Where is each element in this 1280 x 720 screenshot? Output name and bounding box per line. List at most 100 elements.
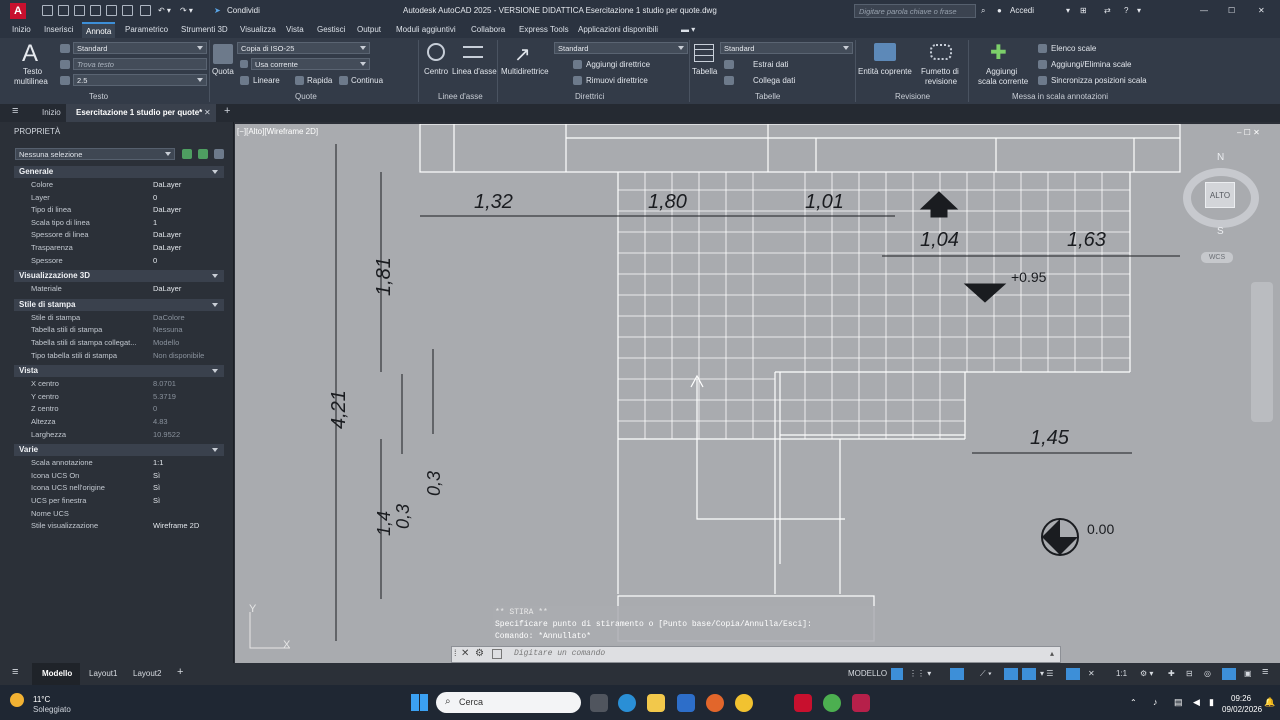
firefox-icon[interactable]: [706, 694, 724, 712]
ribbon-toggle-icon[interactable]: ▬ ▾: [681, 25, 695, 34]
property-row[interactable]: Tipo tabella stili di stampa Non disponib…: [14, 350, 224, 362]
property-row[interactable]: Spessore di linea DaLayer: [14, 229, 224, 241]
weather-status[interactable]: Soleggiato: [33, 705, 71, 714]
wcs-menu[interactable]: WCS: [1201, 252, 1233, 263]
viewcube[interactable]: ALTO N S WCS: [1181, 146, 1261, 266]
model-space-button[interactable]: MODELLO: [848, 669, 887, 678]
viewport-label[interactable]: [−][Alto][Wireframe 2D]: [237, 127, 318, 136]
property-row[interactable]: Scala tipo di linea 1: [14, 217, 224, 229]
search-icon[interactable]: ⌕: [981, 6, 985, 16]
task-view-icon[interactable]: [590, 694, 608, 712]
user-icon[interactable]: ●: [997, 6, 1002, 15]
property-value[interactable]: DaLayer: [153, 205, 181, 214]
viewcube-south[interactable]: S: [1217, 226, 1224, 237]
property-value[interactable]: 0: [153, 404, 157, 413]
help-dropdown-icon[interactable]: ▾: [1137, 6, 1141, 15]
link-data-button[interactable]: Collega dati: [753, 76, 795, 85]
section-direttrici[interactable]: Direttrici: [575, 92, 604, 101]
command-grip-icon[interactable]: ⁞: [454, 648, 457, 658]
property-value[interactable]: 0: [153, 193, 157, 202]
property-value[interactable]: 1: [153, 218, 157, 227]
command-history-toggle-icon[interactable]: ▴: [1050, 649, 1054, 658]
multiline-text-icon[interactable]: A: [22, 42, 44, 66]
property-value[interactable]: Non disponibile: [153, 351, 204, 360]
start-tab[interactable]: Inizio: [42, 108, 61, 117]
open-file-icon[interactable]: [58, 5, 69, 16]
viewcube-north[interactable]: N: [1217, 152, 1224, 163]
property-row[interactable]: Trasparenza DaLayer: [14, 242, 224, 254]
table-button[interactable]: Tabella: [692, 67, 717, 76]
osnap-icon[interactable]: [1004, 668, 1018, 680]
active-document-tab-label[interactable]: Esercitazione 1 studio per quote*: [76, 108, 202, 117]
layout1-tab[interactable]: Layout1: [89, 669, 117, 678]
continue-button[interactable]: Continua: [351, 76, 383, 85]
dimension-layer-select[interactable]: Usa corrente: [251, 58, 370, 70]
viewport-window-controls[interactable]: – ☐ ✕: [1237, 128, 1260, 137]
property-category[interactable]: Generale: [14, 166, 224, 178]
tab-parametrico[interactable]: Parametrico: [125, 25, 168, 34]
revision-cloud-label-1[interactable]: Fumetto di: [921, 67, 959, 76]
selection-select[interactable]: Nessuna selezione: [15, 148, 175, 160]
sync-scale-button[interactable]: Sincronizza posizioni scala: [1051, 76, 1147, 85]
tab-vista[interactable]: Vista: [286, 25, 304, 34]
battery-icon[interactable]: ▮: [1209, 697, 1214, 708]
tab-inizio[interactable]: Inizio: [12, 25, 31, 34]
snap-icon[interactable]: ⋮⋮ ▾: [909, 669, 931, 678]
section-scala[interactable]: Messa in scala annotazioni: [1012, 92, 1108, 101]
cart-icon[interactable]: ⊞: [1080, 6, 1087, 15]
ortho-icon[interactable]: [950, 668, 964, 680]
annotation-scale-select[interactable]: 1:1: [1116, 669, 1127, 678]
section-revisione[interactable]: Revisione: [895, 92, 930, 101]
new-file-icon[interactable]: [42, 5, 53, 16]
table-style-select[interactable]: Standard: [720, 42, 853, 54]
autocad-logo-icon[interactable]: A: [10, 3, 26, 19]
property-value[interactable]: DaColore: [153, 313, 185, 322]
property-value[interactable]: Nessuna: [153, 325, 183, 334]
property-row[interactable]: Stile visualizzazione Wireframe 2D: [14, 520, 224, 532]
print-icon[interactable]: [140, 5, 151, 16]
property-row[interactable]: X centro 8.0701: [14, 378, 224, 390]
property-row[interactable]: Colore DaLayer: [14, 179, 224, 191]
property-row[interactable]: Tabella stili di stampa collegat... Model…: [14, 337, 224, 349]
command-line[interactable]: ⁞ ✕ ⚙ Digitare un comando ▴: [451, 646, 1061, 663]
volume-icon[interactable]: ◀: [1193, 697, 1200, 708]
file-explorer-icon[interactable]: [647, 694, 665, 712]
plot-icon[interactable]: [122, 5, 133, 16]
new-tab-icon[interactable]: +: [224, 105, 230, 117]
share-icon[interactable]: ➤: [214, 6, 221, 15]
property-value[interactable]: Modello: [153, 338, 179, 347]
polar-icon[interactable]: ⟋ ▾: [980, 669, 992, 679]
layout-menu-icon[interactable]: ≡: [12, 666, 18, 678]
property-value[interactable]: 0: [153, 256, 157, 265]
command-customize-icon[interactable]: ⚙: [475, 648, 484, 659]
weather-temp[interactable]: 11°C: [33, 695, 50, 704]
section-quote[interactable]: Quote: [295, 92, 317, 101]
tab-strumenti-3d[interactable]: Strumenti 3D: [181, 25, 228, 34]
select-objects-icon[interactable]: [198, 149, 208, 159]
multiline-text-label-2[interactable]: multilinea: [14, 77, 48, 86]
tab-collabora[interactable]: Collabora: [471, 25, 505, 34]
property-value[interactable]: 5.3719: [153, 392, 176, 401]
property-value[interactable]: Wireframe 2D: [153, 521, 199, 530]
grid-icon[interactable]: [891, 668, 903, 680]
tray-chevron-icon[interactable]: ⌃: [1130, 698, 1137, 707]
linear-button[interactable]: Lineare: [253, 76, 280, 85]
centerline-button[interactable]: Linea d'asse: [452, 67, 497, 76]
leader-style-select[interactable]: Standard: [554, 42, 688, 54]
property-row[interactable]: Tipo di linea DaLayer: [14, 204, 224, 216]
property-category[interactable]: Vista: [14, 365, 224, 378]
web-save-icon[interactable]: [106, 5, 117, 16]
wipeout-button[interactable]: Entità coprente: [858, 67, 912, 76]
clean-screen-icon[interactable]: ▣: [1244, 669, 1252, 678]
center-button[interactable]: Centro: [424, 67, 448, 76]
drawing-canvas[interactable]: 1,32 1,80 1,01 1,04 1,63 1,45 +0.95 0.00…: [235, 124, 1280, 663]
tab-output[interactable]: Output: [357, 25, 381, 34]
tab-applicazioni-disponibili[interactable]: Applicazioni disponibili: [578, 25, 658, 34]
tab-inserisci[interactable]: Inserisci: [44, 25, 73, 34]
property-category[interactable]: Visualizzazione 3D: [14, 270, 224, 283]
property-row[interactable]: Spessore 0: [14, 255, 224, 267]
command-prompt-icon[interactable]: [492, 649, 502, 659]
add-layout-icon[interactable]: +: [177, 666, 183, 678]
find-text-input[interactable]: Trova testo: [73, 58, 207, 70]
property-value[interactable]: DaLayer: [153, 180, 181, 189]
